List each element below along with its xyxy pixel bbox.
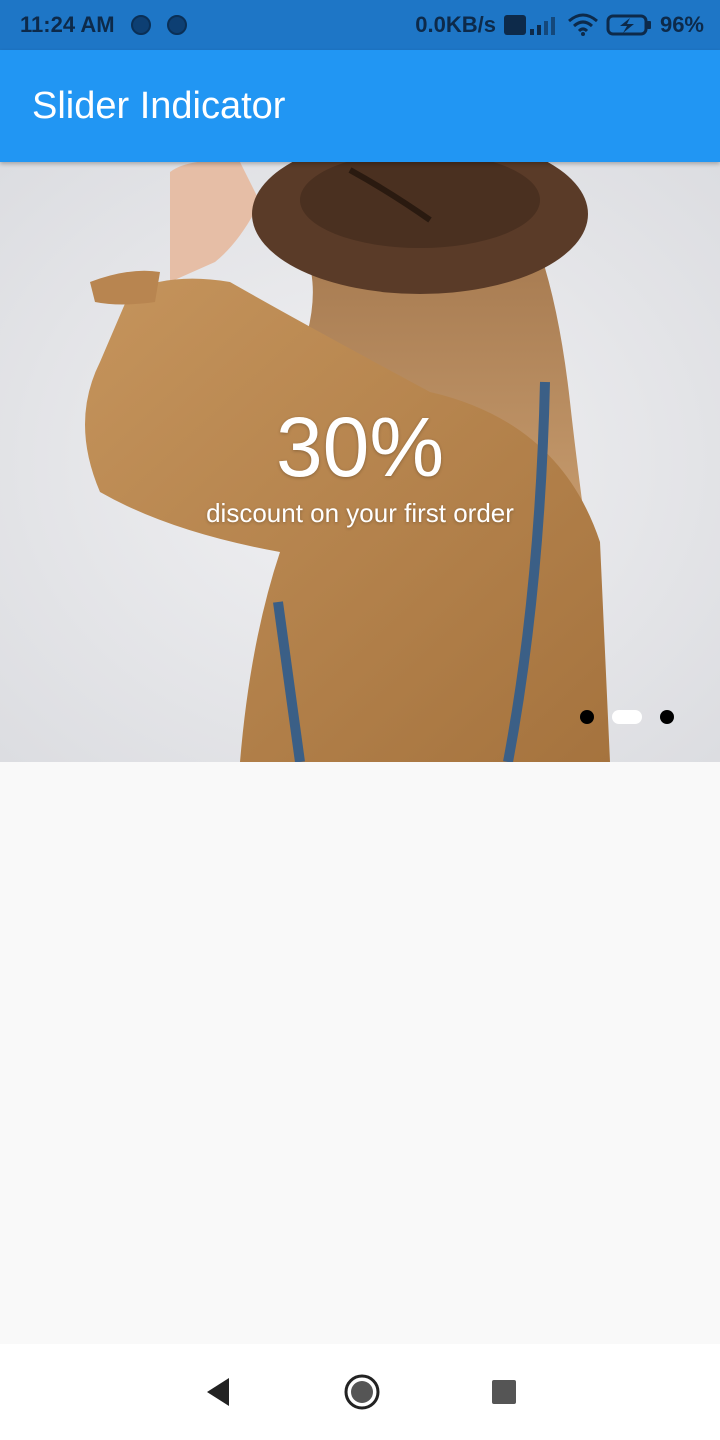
slide-caption: 30% discount on your first order <box>0 402 720 529</box>
back-icon[interactable] <box>203 1376 233 1408</box>
app-title: Slider Indicator <box>32 84 286 127</box>
image-slider[interactable]: 30% discount on your first order <box>0 162 720 762</box>
status-time: 11:24 AM <box>20 12 115 37</box>
discount-subline: discount on your first order <box>206 498 514 528</box>
indicator-dot[interactable] <box>580 710 594 724</box>
battery-icon <box>606 14 651 36</box>
indicator-dot-active[interactable] <box>612 710 642 724</box>
app-bar: Slider Indicator <box>0 50 720 162</box>
status-bar: 11:24 AM 0.0KB/s 96% <box>0 0 720 50</box>
battery-percent: 96% <box>659 12 704 37</box>
slider-indicators <box>580 710 674 724</box>
home-icon[interactable] <box>343 1373 381 1411</box>
discount-headline: 30% <box>275 400 445 494</box>
notification-icon <box>130 15 151 35</box>
status-right: 0.0KB/s 96% <box>415 12 704 38</box>
wifi-icon <box>567 13 598 36</box>
volte-signal-icon <box>503 15 555 35</box>
recents-icon[interactable] <box>491 1379 517 1405</box>
network-speed: 0.0KB/s <box>415 12 496 37</box>
notification-icon <box>166 15 187 35</box>
system-nav-bar <box>0 1344 720 1440</box>
indicator-dot[interactable] <box>660 710 674 724</box>
